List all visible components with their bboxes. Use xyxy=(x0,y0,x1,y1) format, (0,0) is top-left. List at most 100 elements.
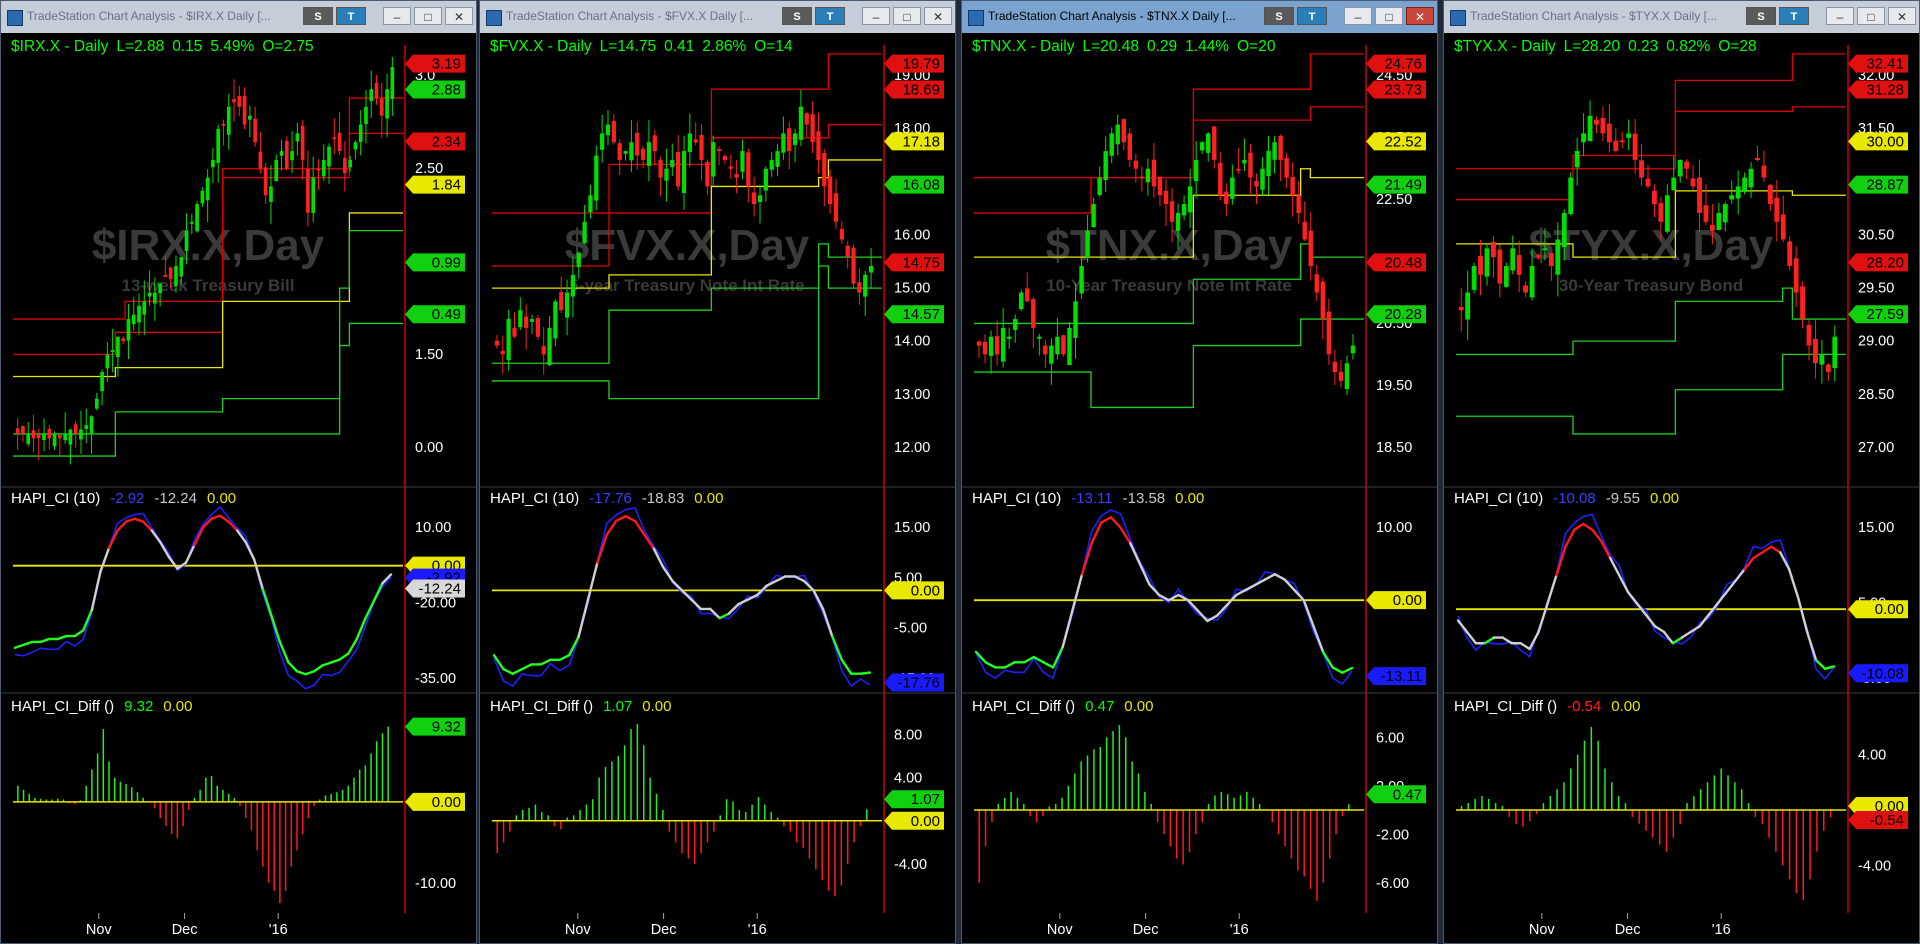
date-axis-label: '16 xyxy=(269,922,288,938)
price-last: L=20.48 xyxy=(1083,38,1139,55)
diff-title: HAPI_CI_Diff () xyxy=(1454,698,1557,715)
candle xyxy=(535,315,540,340)
minimize-button[interactable]: – xyxy=(1826,7,1854,25)
diff-value-1: -0.54 xyxy=(1567,698,1601,715)
diff-tag-yellow-value: 0.00 xyxy=(911,813,940,830)
candle xyxy=(195,200,199,233)
diff-axis-label: -6.00 xyxy=(1376,876,1409,892)
price-tag-green-value: 21.49 xyxy=(1384,177,1422,194)
price-tag-red-value: 14.75 xyxy=(902,254,940,271)
price-axis-label: 16.00 xyxy=(894,227,930,243)
symbol-link-button[interactable]: S xyxy=(303,7,333,25)
chart-canvas[interactable]: $IRX.X,Day 13-week Treasury Bill $IRX.X - … xyxy=(1,33,476,943)
price-tag-green: 0.49 xyxy=(405,305,465,324)
price-tag-red-value: 3.19 xyxy=(432,56,461,73)
diff-tag-green-value: 9.32 xyxy=(432,719,461,736)
time-link-button[interactable]: T xyxy=(1779,7,1809,25)
price-tag-yellow-value: 30.00 xyxy=(1866,133,1904,150)
price-tag-yellow-value: 17.18 xyxy=(902,133,940,150)
diff-axis-label: 6.00 xyxy=(1376,730,1404,746)
ci-tag-yellow-value: 0.00 xyxy=(1875,601,1904,618)
price-tag-green: 0.99 xyxy=(405,253,465,272)
date-axis-label: Dec xyxy=(1615,922,1641,938)
ci-value-2: -9.55 xyxy=(1606,490,1640,507)
ci-tag-blue: -10.08 xyxy=(1848,664,1908,683)
window-title: TradeStation Chart Analysis - $FVX.X Dai… xyxy=(506,9,753,23)
price-pct-change: 0.82% xyxy=(1666,38,1710,55)
symbol-description-watermark: 5-year Treasury Note Int Rate xyxy=(569,276,804,295)
time-link-button[interactable]: T xyxy=(815,7,845,25)
candle xyxy=(1568,172,1574,216)
time-link-button[interactable]: T xyxy=(336,7,366,25)
chart-window-tnx[interactable]: TradeStation Chart Analysis - $TNX.X Dai… xyxy=(961,0,1438,944)
price-tag-red: 14.75 xyxy=(884,253,944,272)
minimize-button[interactable]: – xyxy=(862,7,890,25)
price-tag-red-value: 20.48 xyxy=(1384,254,1422,271)
price-study-header: $IRX.X - Daily L=2.88 0.15 5.49% O=2.75 xyxy=(11,38,314,55)
minimize-button[interactable]: – xyxy=(1344,7,1372,25)
date-axis-label: Nov xyxy=(1047,922,1074,938)
price-tag-red: 23.73 xyxy=(1366,80,1426,99)
chart-canvas[interactable]: $TYX.X,Day30-Year Treasury Bond$TYX.X - … xyxy=(1444,33,1919,943)
price-tag-red-value: 32.41 xyxy=(1866,56,1904,73)
window-titlebar[interactable]: TradeStation Chart Analysis - $TYX.X Dai… xyxy=(1444,1,1919,34)
diff-value-2: 0.00 xyxy=(1124,698,1153,715)
maximize-button[interactable]: □ xyxy=(414,7,442,25)
diff-axis-label: -4.00 xyxy=(1858,858,1891,874)
ci-tag-yellow: 0.00 xyxy=(1848,600,1908,619)
price-tag-green: 14.57 xyxy=(884,305,944,324)
ci-tag-yellow: 0.00 xyxy=(884,581,944,600)
symbol-description-watermark: 30-Year Treasury Bond xyxy=(1559,276,1743,295)
price-tag-green-value: 27.59 xyxy=(1866,306,1904,323)
chart-canvas[interactable]: $TNX.X,Day10-Year Treasury Note Int Rate… xyxy=(962,33,1437,943)
ci-tag-blue: -13.11 xyxy=(1366,667,1426,686)
ci-tag-yellow: 0.00 xyxy=(1366,591,1426,610)
price-tag-green-value: 0.99 xyxy=(432,254,461,271)
price-change: 0.23 xyxy=(1628,38,1658,55)
diff-tag-yellow: 0.00 xyxy=(884,811,944,830)
window-titlebar[interactable]: TradeStation Chart Analysis - $IRX.X Dai… xyxy=(1,1,476,34)
close-button[interactable]: ✕ xyxy=(1406,7,1434,25)
window-titlebar[interactable]: TradeStation Chart Analysis - $TNX.X Dai… xyxy=(962,1,1437,34)
ci-value-1: -2.92 xyxy=(110,490,144,507)
minimize-button[interactable]: – xyxy=(383,7,411,25)
symbol-link-button[interactable]: S xyxy=(1746,7,1776,25)
price-tag-yellow: 22.52 xyxy=(1366,132,1426,151)
ci-tag-blue-value: -17.76 xyxy=(897,674,940,691)
date-axis-label: '16 xyxy=(1230,922,1249,938)
price-tag-red-value: 23.73 xyxy=(1384,82,1422,99)
diff-tag-green: 9.32 xyxy=(405,717,465,736)
tradestation-app-icon xyxy=(486,10,502,26)
ci-title: HAPI_CI (10) xyxy=(11,490,100,507)
time-link-button[interactable]: T xyxy=(1297,7,1327,25)
chart-window-fvx[interactable]: TradeStation Chart Analysis - $FVX.X Dai… xyxy=(479,0,956,944)
diff-study-header: HAPI_CI_Diff () 9.32 0.00 xyxy=(11,698,193,715)
diff-value-1: 0.47 xyxy=(1085,698,1114,715)
chart-window-tyx[interactable]: TradeStation Chart Analysis - $TYX.X Dai… xyxy=(1443,0,1920,944)
symbol-link-button[interactable]: S xyxy=(1264,7,1294,25)
window-title: TradeStation Chart Analysis - $IRX.X Dai… xyxy=(27,9,271,23)
price-axis-label: 30.50 xyxy=(1858,227,1894,243)
price-tag-red: 24.76 xyxy=(1366,54,1426,73)
diff-value-2: 0.00 xyxy=(1611,698,1640,715)
price-tag-red-value: 18.69 xyxy=(902,82,940,99)
chart-canvas[interactable]: $FVX.X,Day 5-year Treasury Note Int Rate $… xyxy=(480,33,955,943)
window-titlebar[interactable]: TradeStation Chart Analysis - $FVX.X Dai… xyxy=(480,1,955,34)
maximize-button[interactable]: □ xyxy=(893,7,921,25)
maximize-button[interactable]: □ xyxy=(1375,7,1403,25)
close-button[interactable]: ✕ xyxy=(445,7,473,25)
price-tag-yellow: 1.84 xyxy=(405,175,465,194)
date-axis-label: Nov xyxy=(1529,922,1556,938)
maximize-button[interactable]: □ xyxy=(1857,7,1885,25)
close-button[interactable]: ✕ xyxy=(1888,7,1916,25)
diff-tag-green: 0.47 xyxy=(1366,785,1426,804)
symbol-link-button[interactable]: S xyxy=(782,7,812,25)
price-tag-red: 3.19 xyxy=(405,54,465,73)
ci-value-3: 0.00 xyxy=(1650,490,1679,507)
chart-window-irx[interactable]: TradeStation Chart Analysis - $IRX.X Dai… xyxy=(0,0,477,944)
price-tag-red-value: 19.79 xyxy=(902,56,940,73)
diff-title: HAPI_CI_Diff () xyxy=(972,698,1075,715)
price-axis-label: 14.00 xyxy=(894,334,930,350)
close-button[interactable]: ✕ xyxy=(924,7,952,25)
diff-study-header: HAPI_CI_Diff () -0.54 0.00 xyxy=(1454,698,1641,715)
